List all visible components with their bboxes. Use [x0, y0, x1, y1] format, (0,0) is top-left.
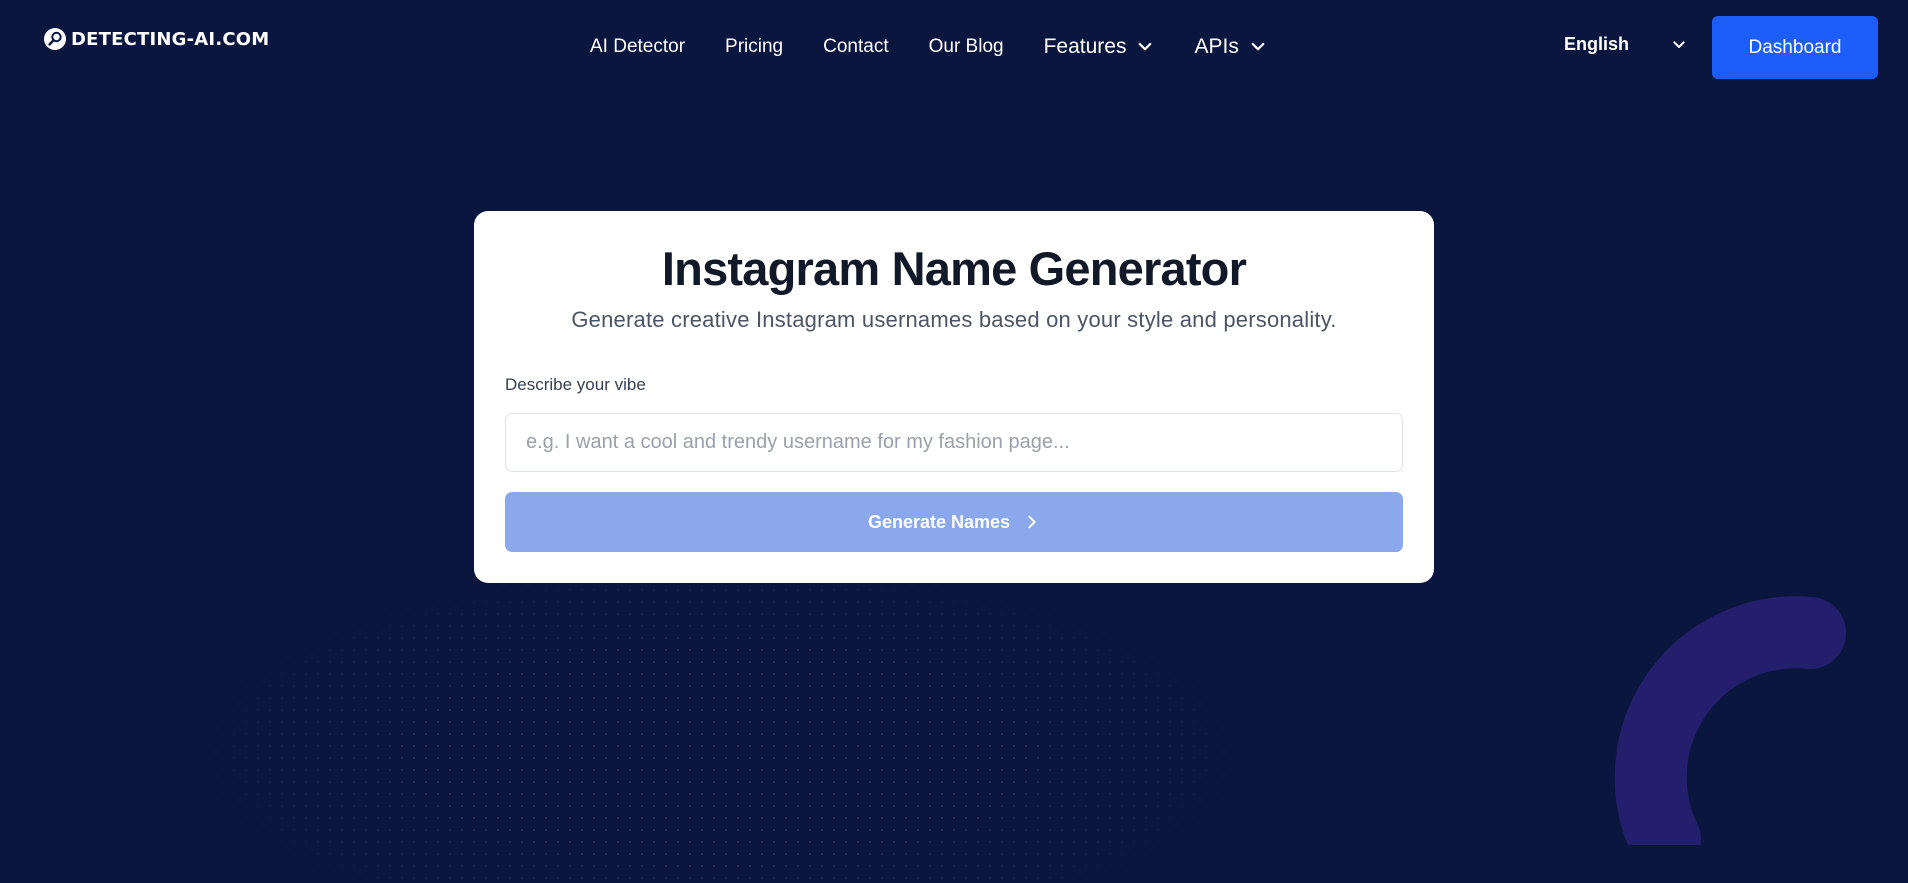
page: DETECTING-AI.COM AI Detector Pricing Con… [0, 0, 1908, 883]
decorative-arc [1614, 596, 1846, 845]
generator-card: Instagram Name Generator Generate creati… [474, 211, 1434, 583]
page-title: Instagram Name Generator [661, 242, 1247, 295]
vibe-field-label: Describe your vibe [505, 375, 646, 394]
generate-button-label: Generate Names [867, 511, 1011, 532]
magnifier-logo-icon [44, 28, 66, 50]
language-label: English [1564, 34, 1630, 54]
nav-contact[interactable]: Contact [823, 36, 888, 58]
logo-text: DETECTING-AI.COM [71, 28, 270, 50]
chevron-down-icon [1139, 42, 1152, 51]
chevron-right-icon [1028, 515, 1036, 529]
site-logo[interactable]: DETECTING-AI.COM [43, 27, 269, 51]
vibe-input[interactable] [505, 413, 1403, 472]
dotted-background [180, 560, 1260, 883]
generate-names-button[interactable]: Generate Names [505, 492, 1403, 552]
nav-features-label: Features [1043, 35, 1127, 58]
page-subtitle: Generate creative Instagram usernames ba… [571, 307, 1337, 332]
chevron-down-icon [1673, 40, 1685, 48]
nav-apis-label: APIs [1194, 35, 1239, 58]
nav-pricing[interactable]: Pricing [725, 36, 783, 58]
dashboard-button[interactable]: Dashboard [1712, 16, 1878, 79]
top-navigation: DETECTING-AI.COM AI Detector Pricing Con… [0, 0, 1908, 92]
nav-our-blog[interactable]: Our Blog [929, 36, 1004, 58]
language-select[interactable]: English [1564, 34, 1687, 55]
chevron-down-icon [1251, 42, 1265, 51]
main-nav: AI Detector Pricing Contact Our Blog Fea… [590, 34, 1307, 60]
nav-features-dropdown[interactable]: Features [1044, 35, 1155, 59]
nav-apis-dropdown[interactable]: APIs [1194, 35, 1266, 59]
nav-ai-detector[interactable]: AI Detector [590, 36, 685, 58]
